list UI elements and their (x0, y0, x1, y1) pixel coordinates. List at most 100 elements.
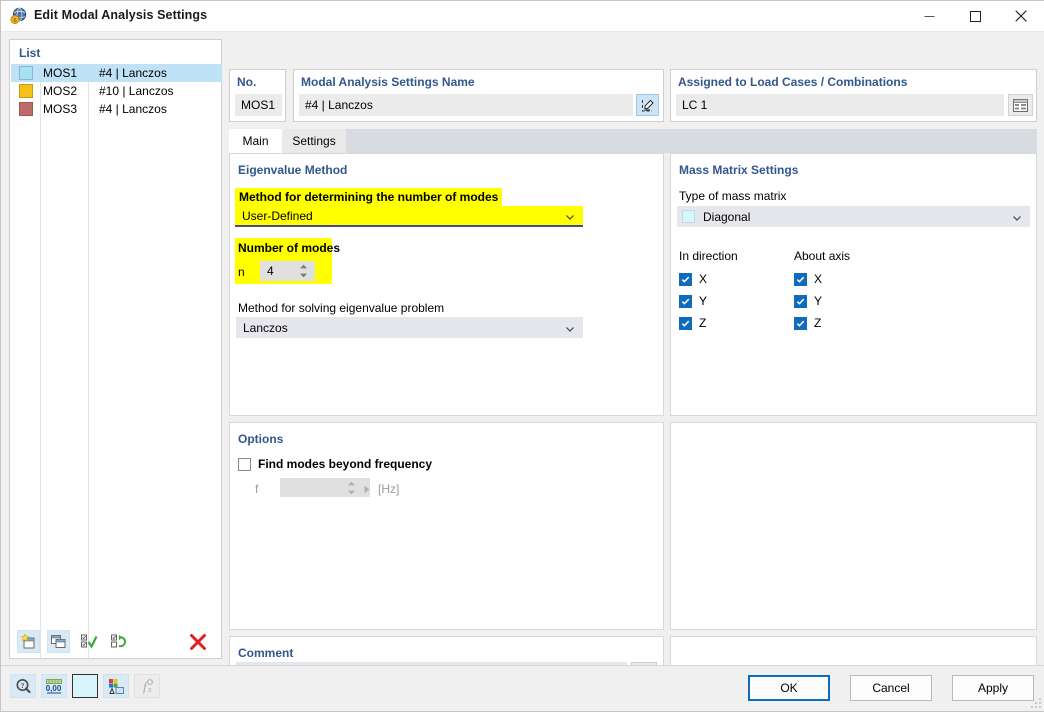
checkbox-checked-icon (794, 272, 807, 286)
method-modes-label: Method for determining the number of mod… (235, 188, 503, 206)
list-item-id: MOS2 (43, 84, 78, 98)
color-swatch-icon[interactable] (72, 674, 98, 698)
chevron-down-icon (565, 323, 575, 333)
list-item-id: MOS3 (43, 102, 78, 116)
ok-button[interactable]: OK (748, 675, 830, 701)
invert-selection-icon[interactable] (107, 630, 130, 653)
in-direction-z-checkbox[interactable]: Z (679, 316, 706, 330)
list-item-desc: #4 | Lanczos (99, 66, 167, 80)
assigned-input[interactable]: LC 1 (676, 94, 1004, 116)
list-item[interactable]: MOS2 #10 | Lanczos (11, 82, 222, 100)
in-direction-label: In direction (679, 249, 738, 263)
about-axis-z-checkbox[interactable]: Z (794, 316, 821, 330)
decimal-places-icon[interactable]: 0,00 (41, 674, 67, 698)
cancel-button[interactable]: Cancel (850, 675, 932, 701)
color-swatch (19, 84, 33, 98)
checkbox-unchecked-icon (238, 457, 251, 471)
frequency-symbol-label: f (255, 482, 259, 496)
list-column-divider-2 (88, 64, 89, 660)
number-field-group: No. MOS1 (229, 69, 286, 122)
mass-type-swatch (682, 210, 695, 223)
select-all-icon[interactable] (77, 630, 100, 653)
solver-label: Method for solving eigenvalue problem (238, 301, 445, 315)
title-bar: 6 Edit Modal Analysis Settings (1, 1, 1044, 32)
frequency-more-icon[interactable] (363, 483, 371, 497)
list-panel-title: List (19, 46, 41, 60)
frequency-input[interactable] (280, 478, 370, 497)
list-item[interactable]: MOS1 #4 | Lanczos (11, 64, 222, 82)
display-properties-icon[interactable] (103, 674, 129, 698)
in-direction-x-checkbox[interactable]: X (679, 272, 707, 286)
number-of-modes-value: 4 (267, 264, 274, 278)
tab-strip: Main Settings (229, 129, 1037, 153)
about-axis-label: About axis (794, 249, 851, 263)
svg-text:0,00: 0,00 (46, 684, 62, 693)
name-field-group: Modal Analysis Settings Name #4 | Lanczo… (293, 69, 664, 122)
number-of-modes-label: Number of modes (238, 241, 341, 255)
dialog-body: List MOS1 #4 | Lanczos MOS2 #10 | Lanczo… (1, 32, 1044, 685)
find-modes-label: Find modes beyond frequency (258, 457, 433, 471)
minimize-icon[interactable] (906, 1, 952, 31)
copy-item-icon[interactable] (47, 630, 70, 653)
eigenvalue-method-panel: Eigenvalue Method Method for determining… (229, 153, 664, 416)
name-label: Modal Analysis Settings Name (301, 75, 475, 89)
edit-pencil-icon[interactable] (636, 94, 659, 116)
list-item[interactable]: MOS3 #4 | Lanczos (11, 100, 222, 118)
maximize-icon[interactable] (952, 1, 998, 31)
footer-toolbar: ? 0,00 f x (10, 674, 165, 698)
info-icon[interactable]: ? (10, 674, 36, 698)
find-modes-beyond-frequency-checkbox[interactable]: Find modes beyond frequency (238, 457, 432, 471)
close-icon[interactable] (998, 1, 1044, 31)
empty-panel-right (670, 422, 1037, 630)
options-title: Options (238, 432, 284, 446)
chevron-down-icon (565, 211, 575, 221)
checkbox-checked-icon (794, 316, 807, 330)
mass-type-combo[interactable]: Diagonal (677, 206, 1030, 227)
checkbox-checked-icon (794, 294, 807, 308)
apply-button[interactable]: Apply (952, 675, 1034, 701)
about-axis-x-label: X (814, 272, 823, 286)
solver-value: Lanczos (243, 320, 288, 335)
number-label: No. (237, 75, 257, 89)
in-direction-y-checkbox[interactable]: Y (679, 294, 707, 308)
about-axis-y-label: Y (814, 294, 823, 308)
checkbox-checked-icon (679, 294, 692, 308)
solver-combo[interactable]: Lanczos (236, 317, 583, 338)
about-axis-x-checkbox[interactable]: X (794, 272, 822, 286)
new-item-icon[interactable] (17, 630, 40, 653)
list-item-desc: #4 | Lanczos (99, 102, 167, 116)
svg-text:x: x (147, 685, 152, 694)
in-direction-z-label: Z (699, 316, 707, 330)
tab-settings[interactable]: Settings (282, 129, 346, 153)
number-input[interactable]: MOS1 (235, 94, 282, 116)
spinner-arrows-icon[interactable] (299, 264, 308, 278)
assigned-label: Assigned to Load Cases / Combinations (678, 75, 908, 89)
edit-modal-analysis-settings-dialog: 6 Edit Modal Analysis Settings List MOS1… (0, 0, 1044, 712)
about-axis-y-checkbox[interactable]: Y (794, 294, 822, 308)
options-panel: Options Find modes beyond frequency f [H… (229, 422, 664, 630)
eigenvalue-method-title: Eigenvalue Method (238, 163, 348, 177)
chevron-down-icon (1012, 212, 1022, 222)
svg-text:?: ? (20, 681, 24, 690)
about-axis-z-label: Z (814, 316, 822, 330)
checkbox-checked-icon (679, 316, 692, 330)
delete-icon[interactable] (187, 631, 209, 653)
modal-analysis-icon: 6 (10, 7, 28, 25)
list-rows: MOS1 #4 | Lanczos MOS2 #10 | Lanczos MOS… (11, 64, 222, 118)
comment-title: Comment (238, 646, 294, 660)
checkbox-checked-icon (679, 272, 692, 286)
name-input[interactable]: #4 | Lanczos (299, 94, 633, 116)
spinner-arrows-icon[interactable] (347, 481, 356, 495)
list-item-id: MOS1 (43, 66, 78, 80)
tab-main[interactable]: Main (229, 129, 282, 153)
table-select-icon[interactable] (1008, 94, 1033, 116)
resize-grip[interactable] (1030, 697, 1042, 709)
in-direction-y-label: Y (699, 294, 708, 308)
number-of-modes-input[interactable]: 4 (260, 261, 315, 281)
method-modes-combo[interactable]: User-Defined (235, 206, 583, 227)
mass-type-value: Diagonal (703, 209, 751, 224)
color-swatch (19, 66, 33, 80)
window-title: Edit Modal Analysis Settings (34, 8, 208, 22)
formula-icon: f x (134, 674, 160, 698)
mass-type-label: Type of mass matrix (679, 189, 787, 203)
